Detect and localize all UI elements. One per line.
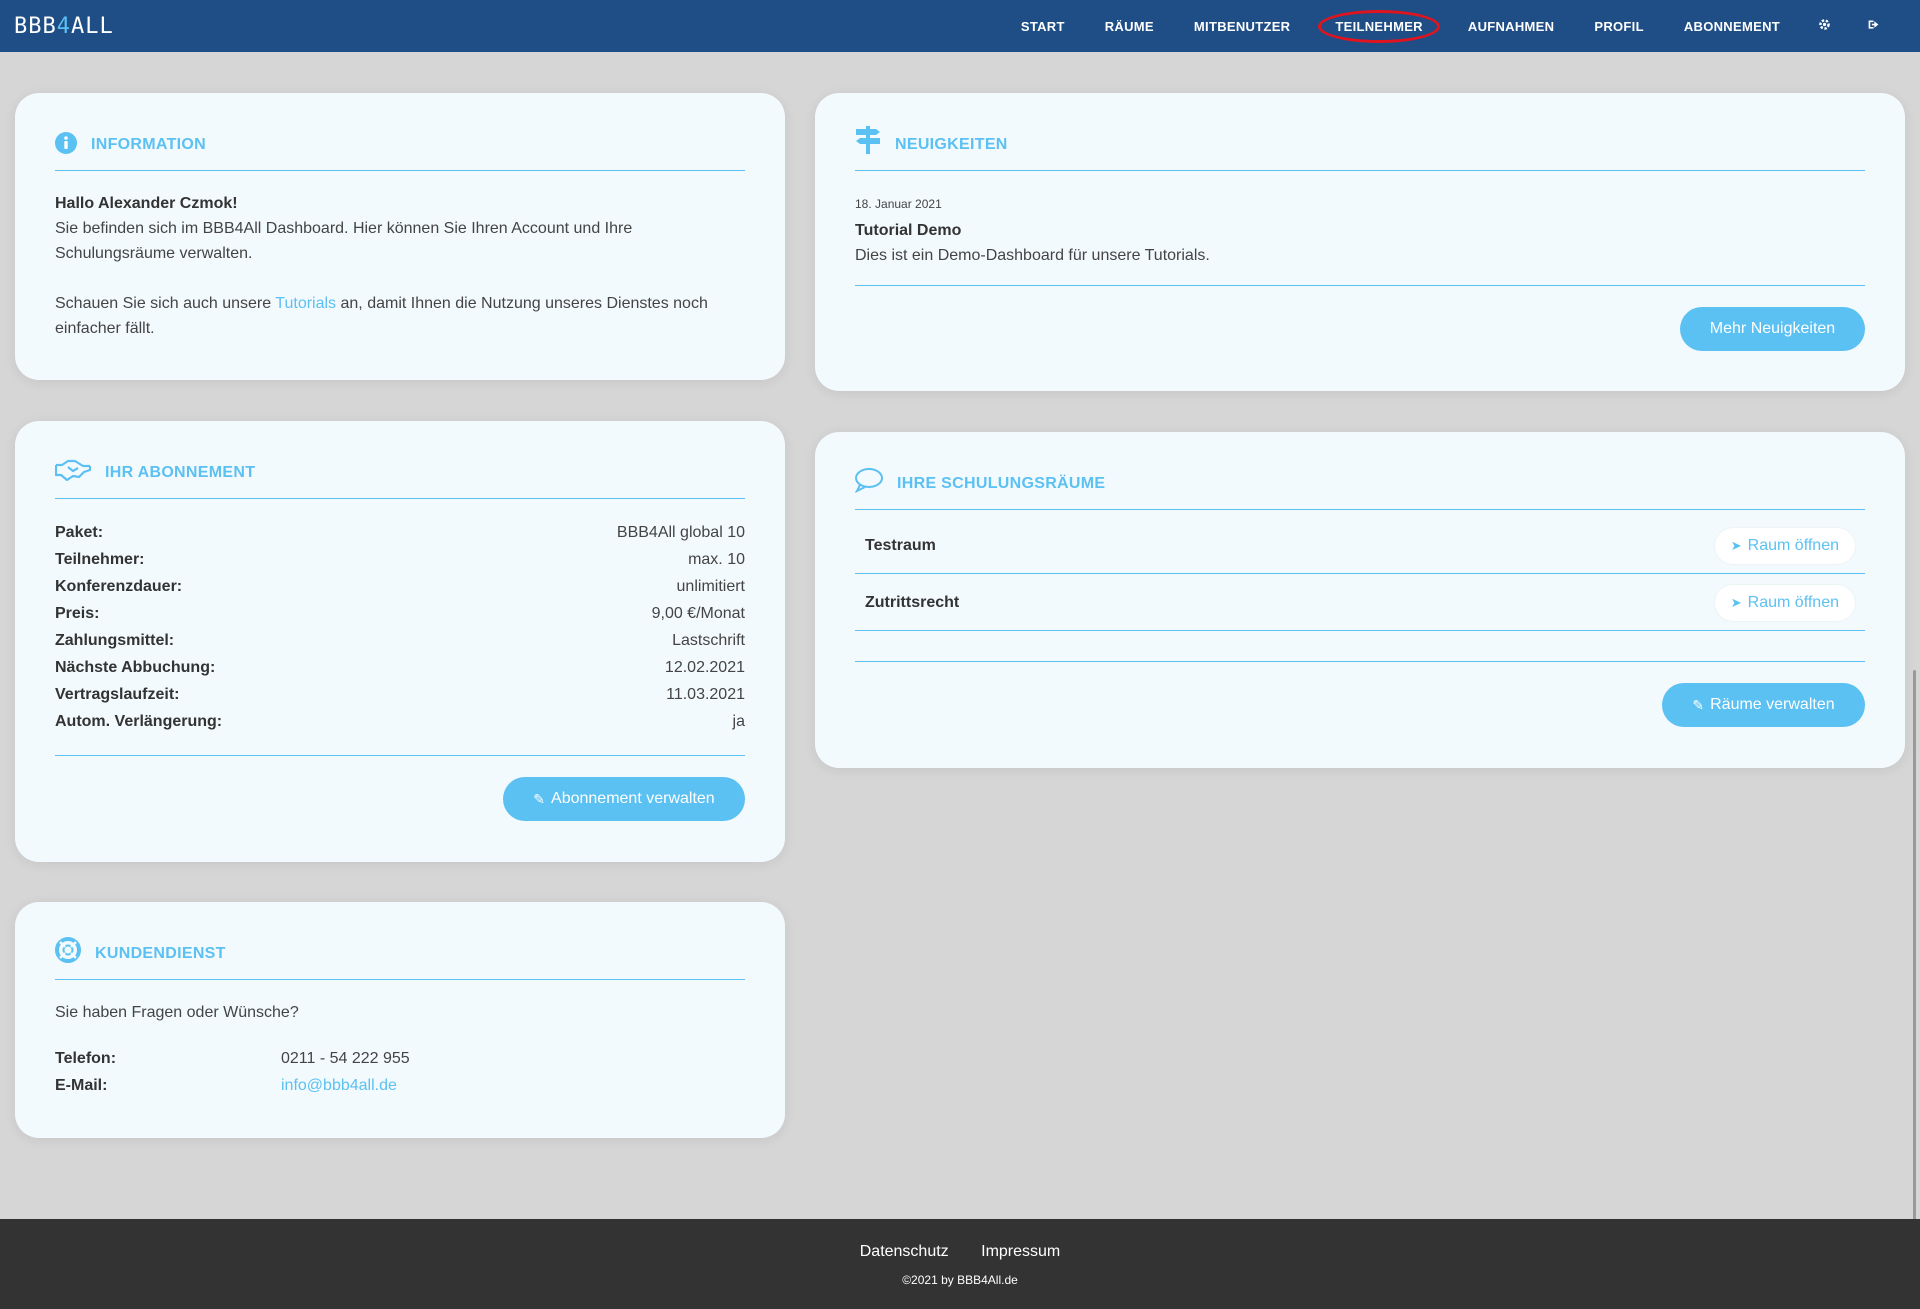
- room-row-zutrittsrecht: Zutrittsrecht ➤ Raum öffnen: [855, 575, 1865, 631]
- logo[interactable]: BBB4ALL: [14, 14, 114, 39]
- more-news-button[interactable]: Mehr Neuigkeiten: [1680, 307, 1865, 351]
- information-header: INFORMATION: [55, 93, 745, 171]
- open-room-button[interactable]: ➤ Raum öffnen: [1714, 528, 1855, 564]
- support-question: Sie haben Fragen oder Wünsche?: [55, 1004, 299, 1021]
- room-name: Zutrittsrecht: [865, 593, 960, 611]
- detail-row: Nächste Abbuchung: 12.02.2021: [55, 659, 745, 676]
- lifebuoy-icon: [55, 937, 81, 963]
- subscription-divider: [55, 755, 745, 756]
- news-header: NEUIGKEITEN: [855, 93, 1865, 171]
- rooms-title: IHRE SCHULUNGSRÄUME: [897, 475, 1106, 492]
- news-item-text: Dies ist ein Demo-Dashboard für unsere T…: [855, 247, 1210, 264]
- scrollbar[interactable]: [1913, 670, 1916, 1220]
- info-icon: [55, 132, 77, 154]
- nav-abonnement[interactable]: ABONNEMENT: [1684, 19, 1780, 34]
- greeting: Hallo Alexander Czmok!: [55, 195, 238, 212]
- subscription-details: Paket: BBB4All global 10 Teilnehmer: max. …: [55, 519, 745, 735]
- copyright: ©2021 by BBB4All.de: [902, 1273, 1018, 1287]
- gear-icon[interactable]: [1818, 18, 1831, 34]
- news-card: NEUIGKEITEN 18. Januar 2021 Tutorial Dem…: [815, 93, 1905, 391]
- footer: Datenschutz Impressum ©2021 by BBB4All.d…: [0, 1219, 1920, 1309]
- manage-rooms-button[interactable]: ✎ Räume verwalten: [1662, 683, 1865, 727]
- detail-row: Vertragslaufzeit: 11.03.2021: [55, 686, 745, 703]
- chat-bubble-icon: [855, 467, 883, 493]
- rooms-divider: [855, 661, 1865, 662]
- support-header: KUNDENDIENST: [55, 902, 745, 980]
- information-text: Sie befinden sich im BBB4All Dashboard. …: [55, 220, 633, 262]
- detail-row: Autom. Verlängerung: ja: [55, 713, 745, 730]
- pencil-icon: ✎: [533, 790, 546, 807]
- nav-teilnehmer[interactable]: TEILNEHMER: [1318, 9, 1440, 43]
- detail-row: Konferenzdauer: unlimitiert: [55, 578, 745, 595]
- subscription-header: IHR ABONNEMENT: [55, 421, 745, 499]
- subscription-title: IHR ABONNEMENT: [105, 464, 256, 481]
- nav-start[interactable]: START: [1021, 19, 1065, 34]
- pencil-icon: ✎: [1692, 696, 1705, 713]
- phone-label: Telefon:: [55, 1050, 117, 1067]
- detail-row: Paket: BBB4All global 10: [55, 524, 745, 541]
- email-link[interactable]: info@bbb4all.de: [281, 1072, 397, 1099]
- enter-icon: ➤: [1730, 595, 1742, 610]
- news-date: 18. Januar 2021: [855, 197, 942, 211]
- support-title: KUNDENDIENST: [95, 945, 226, 962]
- information-card: INFORMATION Hallo Alexander Czmok! Sie b…: [15, 93, 785, 380]
- open-room-button[interactable]: ➤ Raum öffnen: [1714, 585, 1855, 621]
- information-title: INFORMATION: [91, 136, 206, 153]
- rooms-card: IHRE SCHULUNGSRÄUME Testraum ➤ Raum öffne…: [815, 432, 1905, 768]
- phone-number: 0211 - 54 222 955: [281, 1050, 410, 1067]
- detail-row: Zahlungsmittel: Lastschrift: [55, 632, 745, 649]
- nav-aufnahmen[interactable]: AUFNAHMEN: [1468, 19, 1554, 34]
- logout-icon[interactable]: [1867, 18, 1880, 34]
- impressum-link[interactable]: Impressum: [981, 1243, 1060, 1260]
- nav-profil[interactable]: PROFIL: [1594, 19, 1643, 34]
- detail-row: Preis: 9,00 €/Monat: [55, 605, 745, 622]
- enter-icon: ➤: [1730, 538, 1742, 553]
- detail-row: Teilnehmer: max. 10: [55, 551, 745, 568]
- datenschutz-link[interactable]: Datenschutz: [860, 1243, 949, 1260]
- email-label: E-Mail:: [55, 1077, 108, 1094]
- news-divider: [855, 285, 1865, 286]
- tutorial-text: Schauen Sie sich auch unsere Tutorials a…: [55, 295, 708, 337]
- room-name: Testraum: [865, 536, 936, 554]
- rooms-header: IHRE SCHULUNGSRÄUME: [855, 432, 1865, 510]
- subscription-card: IHR ABONNEMENT Paket: BBB4All global 10 T…: [15, 421, 785, 862]
- news-title: NEUIGKEITEN: [895, 136, 1008, 153]
- top-navbar: BBB4ALL START RÄUME MITBENUTZER TEILNEHM…: [0, 0, 1920, 52]
- support-card: KUNDENDIENST Sie haben Fragen oder Wünsc…: [15, 902, 785, 1138]
- nav-mitbenutzer[interactable]: MITBENUTZER: [1194, 19, 1290, 34]
- manage-subscription-button[interactable]: ✎ Abonnement verwalten: [503, 777, 745, 821]
- nav-raeume[interactable]: RÄUME: [1105, 19, 1154, 34]
- handshake-icon: [55, 458, 91, 482]
- tutorials-link[interactable]: Tutorials: [275, 295, 336, 312]
- news-item-title: Tutorial Demo: [855, 222, 962, 239]
- signpost-icon: [855, 126, 881, 154]
- main-nav: START RÄUME MITBENUTZER TEILNEHMER AUFNA…: [1001, 0, 1898, 52]
- room-row-testraum: Testraum ➤ Raum öffnen: [855, 518, 1865, 574]
